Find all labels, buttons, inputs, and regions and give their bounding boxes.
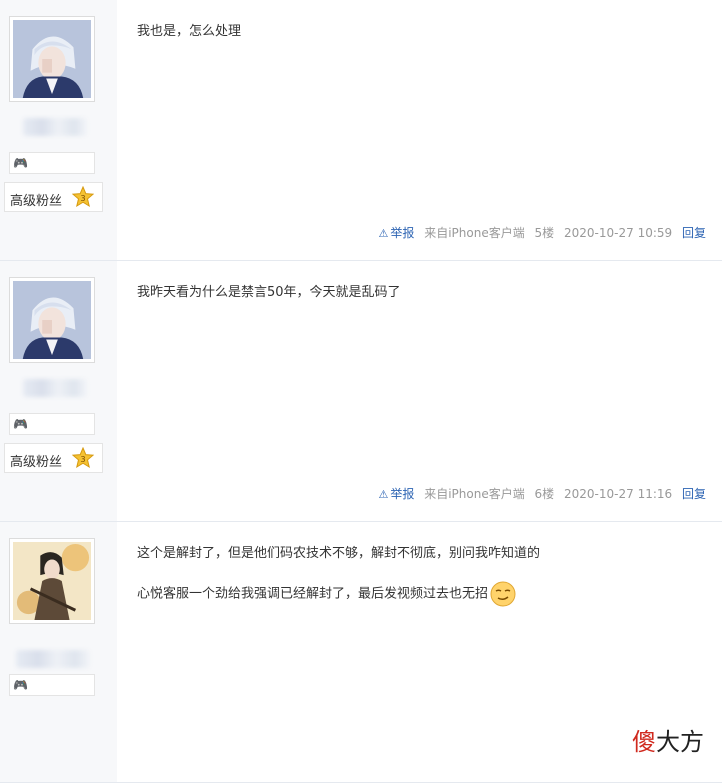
post-time: 2020-10-27 10:59 xyxy=(564,226,673,240)
post-content: 我也是，怎么处理 xyxy=(137,22,712,59)
user-badge-box: 🎮 xyxy=(9,413,95,435)
avatar[interactable] xyxy=(9,16,95,102)
fan-level-badge[interactable]: 高级粉丝 3 xyxy=(4,443,103,473)
floor-number: 5楼 xyxy=(534,226,555,240)
warning-icon[interactable]: ⚠ xyxy=(378,227,388,240)
post-floor-6: 🎮 高级粉丝 3 我昨天看为什么是禁言50年，今天就是乱码了 ⚠ 举报 来自iPh… xyxy=(0,261,722,522)
avatar-image xyxy=(13,281,91,359)
avatar[interactable] xyxy=(9,277,95,363)
source-text: 来自iPhone客户端 xyxy=(424,226,525,240)
post-text-line: 心悦客服一个劲给我强调已经解封了，最后发视频过去也无招 xyxy=(137,586,489,602)
user-badge-box: 🎮 xyxy=(9,152,95,174)
post-text: 我也是，怎么处理 xyxy=(137,24,242,39)
reply-link[interactable]: 回复 xyxy=(682,487,706,501)
post-meta: ⚠ 举报 来自iPhone客户端 6楼 2020-10-27 11:16 回复 xyxy=(372,485,706,502)
floor-number: 6楼 xyxy=(534,487,555,501)
fan-level-label: 高级粉丝 xyxy=(10,455,63,470)
watermark-logo: 傻大方 xyxy=(632,728,704,756)
post-text: 我昨天看为什么是禁言50年，今天就是乱码了 xyxy=(137,285,401,300)
avatar[interactable] xyxy=(9,538,95,624)
report-link[interactable]: 举报 xyxy=(390,487,414,501)
username-blurred[interactable] xyxy=(23,379,87,397)
user-sidebar: 🎮 xyxy=(0,522,117,782)
avatar-image xyxy=(13,20,91,98)
fan-level-badge[interactable]: 高级粉丝 3 xyxy=(4,182,103,212)
fan-level-label: 高级粉丝 xyxy=(10,194,63,209)
post-text-line-with-emoji: 心悦客服一个劲给我强调已经解封了，最后发视频过去也无招 xyxy=(137,581,712,607)
username-blurred[interactable] xyxy=(23,118,87,136)
post-meta: ⚠ 举报 来自iPhone客户端 5楼 2020-10-27 10:59 回复 xyxy=(372,224,706,241)
post-content: 这个是解封了，但是他们码农技术不够，解封不彻底，别问我咋知道的 心悦客服一个劲给… xyxy=(137,544,712,624)
post-floor-5: 🎮 高级粉丝 3 我也是，怎么处理 ⚠ 举报 来自iPhone客户端 5楼 202… xyxy=(0,0,722,261)
svg-text:3: 3 xyxy=(80,194,85,203)
post-text-line: 这个是解封了，但是他们码农技术不够，解封不彻底，别问我咋知道的 xyxy=(137,546,541,561)
username-blurred[interactable] xyxy=(16,650,90,668)
post-floor-7: 🎮 这个是解封了，但是他们码农技术不够，解封不彻底，别问我咋知道的 心悦客服一个… xyxy=(0,522,722,783)
source-text: 来自iPhone客户端 xyxy=(424,487,525,501)
svg-text:3: 3 xyxy=(80,455,85,464)
game-controller-icon[interactable]: 🎮 xyxy=(13,156,28,170)
post-content: 我昨天看为什么是禁言50年，今天就是乱码了 xyxy=(137,283,712,320)
reply-link[interactable]: 回复 xyxy=(682,226,706,240)
user-sidebar: 🎮 高级粉丝 3 xyxy=(0,0,117,260)
star-level-icon: 3 xyxy=(72,186,94,208)
star-level-icon: 3 xyxy=(72,447,94,469)
report-link[interactable]: 举报 xyxy=(390,226,414,240)
game-controller-icon[interactable]: 🎮 xyxy=(13,678,28,692)
warning-icon[interactable]: ⚠ xyxy=(378,488,388,501)
user-badge-box: 🎮 xyxy=(9,674,95,696)
avatar-image xyxy=(13,542,91,620)
post-time: 2020-10-27 11:16 xyxy=(564,487,673,501)
user-sidebar: 🎮 高级粉丝 3 xyxy=(0,261,117,521)
game-controller-icon[interactable]: 🎮 xyxy=(13,417,28,431)
smug-face-icon xyxy=(490,581,516,607)
